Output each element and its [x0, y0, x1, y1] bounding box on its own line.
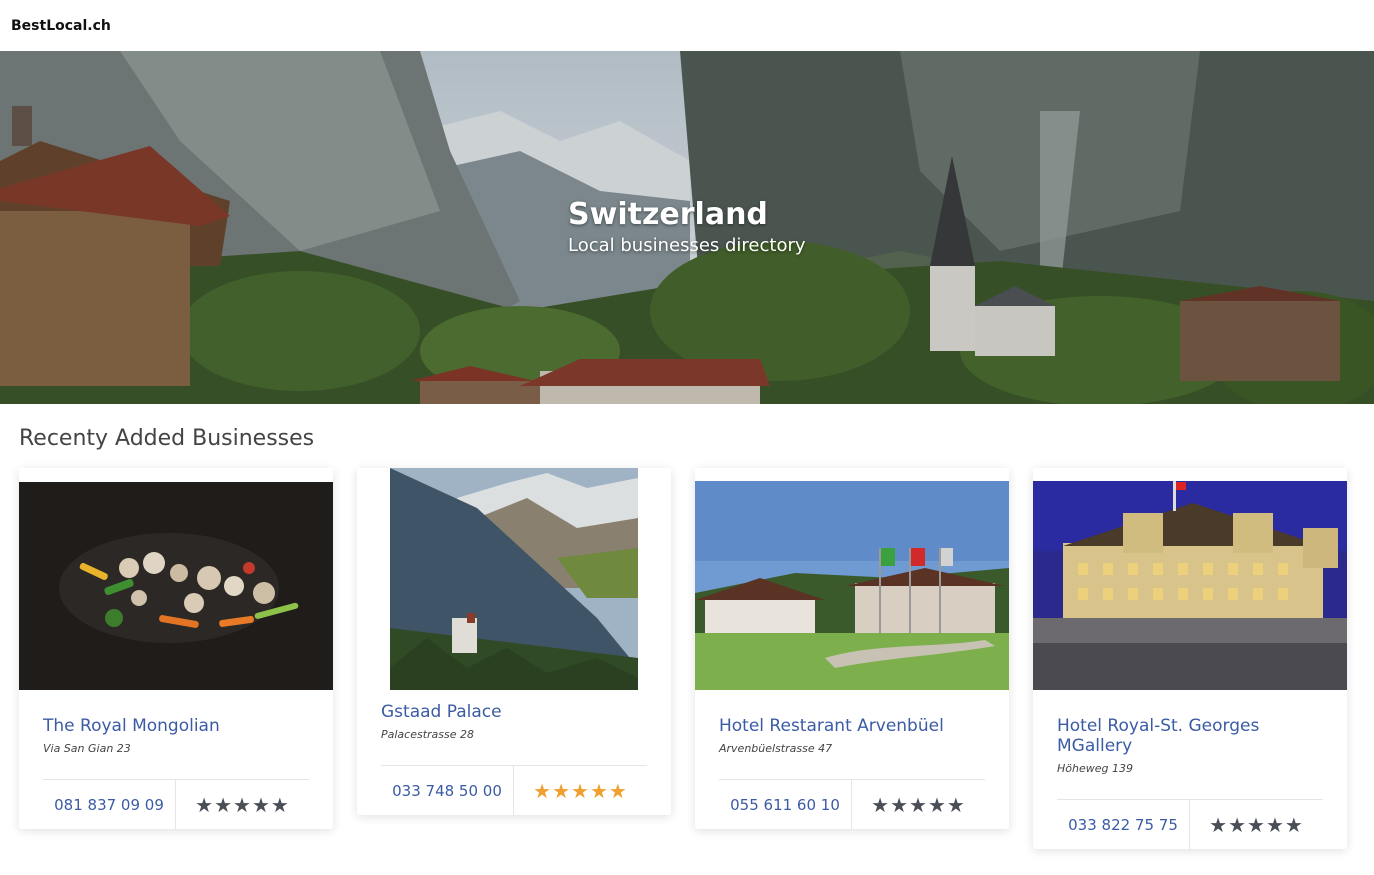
business-card-arvenbuel[interactable]: Hotel Restarant Arvenbüel Arvenbüelstras… [695, 468, 1009, 830]
phone-link[interactable]: 033 822 75 75 [1057, 799, 1190, 850]
rating-stars: ★★★★★ [195, 792, 290, 817]
card-footer: 055 611 60 10 ★★★★★ [719, 779, 985, 830]
business-image[interactable] [19, 468, 333, 690]
hero-title: Switzerland [568, 197, 768, 232]
rating-stars: ★★★★★ [871, 792, 966, 817]
brand-logo-link[interactable]: BestLocal.ch [11, 18, 111, 34]
section-title: Recenty Added Businesses [19, 426, 315, 451]
card-footer: 033 748 50 00 ★★★★★ [381, 765, 647, 816]
card-footer: 033 822 75 75 ★★★★★ [1057, 799, 1323, 850]
phone-link[interactable]: 033 748 50 00 [381, 765, 514, 816]
hero-banner: Switzerland Local businesses directory [0, 51, 1374, 404]
rating-stars: ★★★★★ [533, 778, 628, 803]
business-address: Höheweg 139 [1057, 762, 1133, 775]
business-address: Via San Gian 23 [43, 742, 131, 755]
business-cards-list: The Royal Mongolian Via San Gian 23 081 … [19, 468, 1347, 850]
business-card-royal-mongolian[interactable]: The Royal Mongolian Via San Gian 23 081 … [19, 468, 333, 830]
hero-subtitle: Local businesses directory [568, 235, 806, 256]
top-navbar: BestLocal.ch [0, 0, 1374, 51]
business-name[interactable]: Gstaad Palace [381, 702, 647, 722]
business-image[interactable] [1033, 468, 1347, 690]
business-card-royal-st-georges[interactable]: Hotel Royal-St. Georges MGallery Höheweg… [1033, 468, 1347, 850]
business-address: Palacestrasse 28 [381, 728, 475, 741]
card-footer: 081 837 09 09 ★★★★★ [43, 779, 309, 830]
business-name[interactable]: Hotel Restarant Arvenbüel [719, 716, 985, 736]
phone-link[interactable]: 081 837 09 09 [43, 779, 176, 830]
phone-link[interactable]: 055 611 60 10 [719, 779, 852, 830]
business-card-gstaad-palace[interactable]: Gstaad Palace Palacestrasse 28 033 748 5… [357, 468, 671, 816]
business-image[interactable] [695, 468, 1009, 690]
business-name[interactable]: The Royal Mongolian [43, 716, 309, 736]
business-image[interactable] [357, 468, 671, 690]
business-name[interactable]: Hotel Royal-St. Georges MGallery [1057, 716, 1323, 756]
business-address: Arvenbüelstrasse 47 [719, 742, 833, 755]
hero-text-block: Switzerland Local businesses directory [568, 197, 806, 259]
rating-stars: ★★★★★ [1209, 812, 1304, 837]
